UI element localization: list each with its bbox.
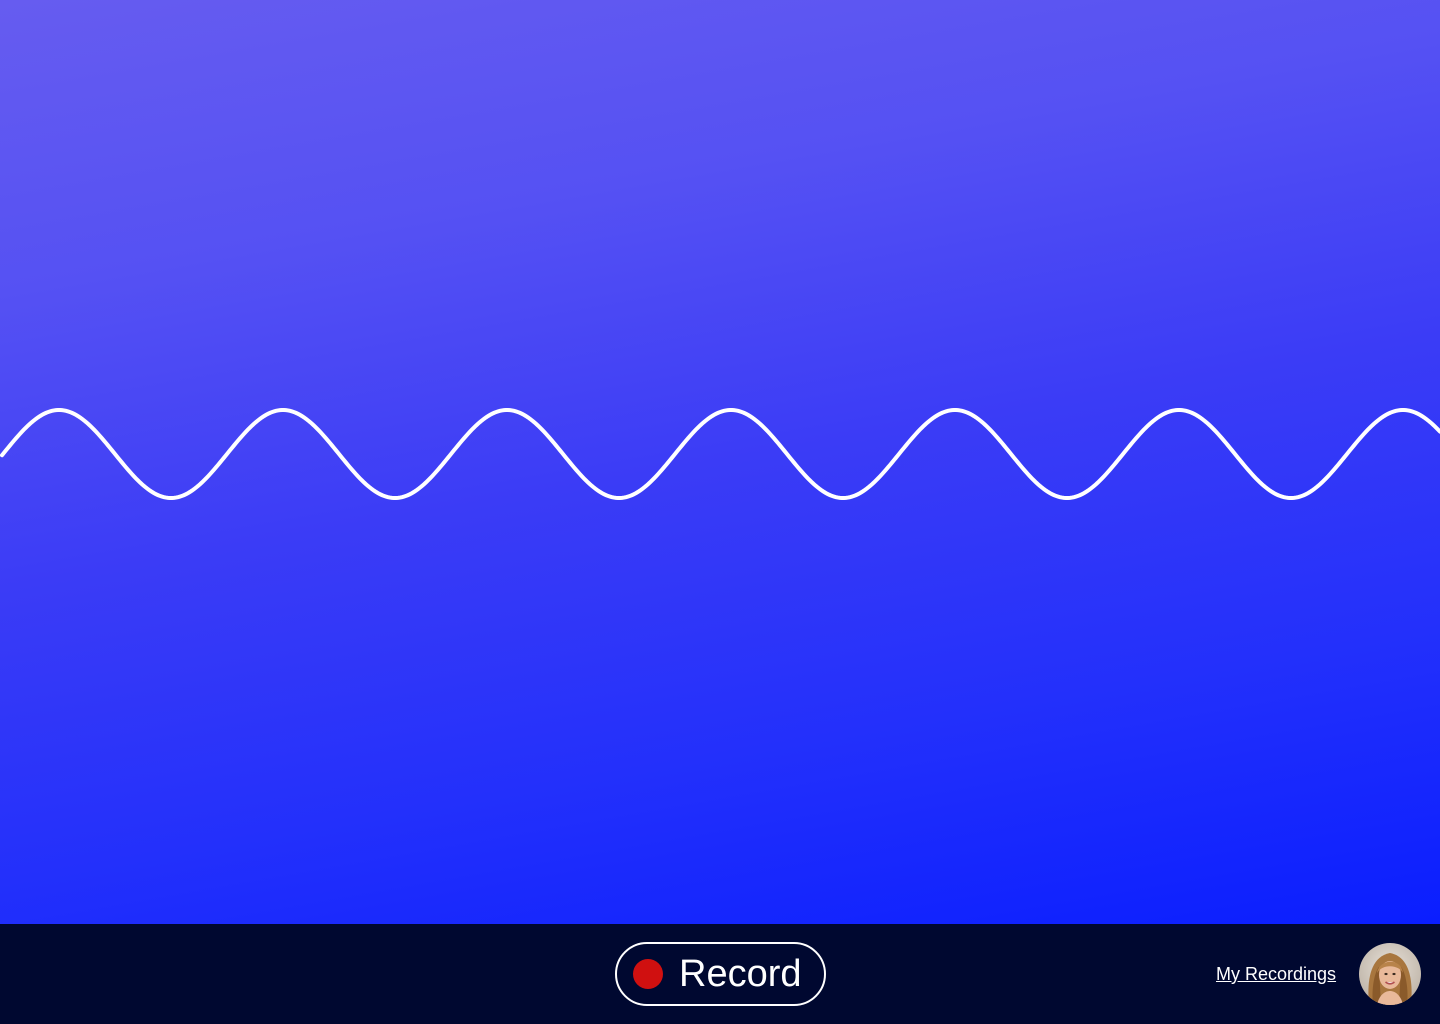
user-avatar[interactable] [1359, 943, 1421, 1005]
record-dot-icon [633, 959, 663, 989]
waveform-stage [0, 0, 1440, 924]
recorder-app: Record My Recordings [0, 0, 1440, 1024]
waveform-icon [0, 408, 1440, 500]
my-recordings-link[interactable]: My Recordings [1216, 964, 1336, 985]
sine-wave-line [0, 408, 1440, 500]
record-button-label: Record [679, 953, 802, 995]
bottom-bar: Record My Recordings [0, 924, 1440, 1024]
record-button[interactable]: Record [615, 942, 826, 1006]
avatar-portrait-icon [1359, 943, 1421, 1005]
